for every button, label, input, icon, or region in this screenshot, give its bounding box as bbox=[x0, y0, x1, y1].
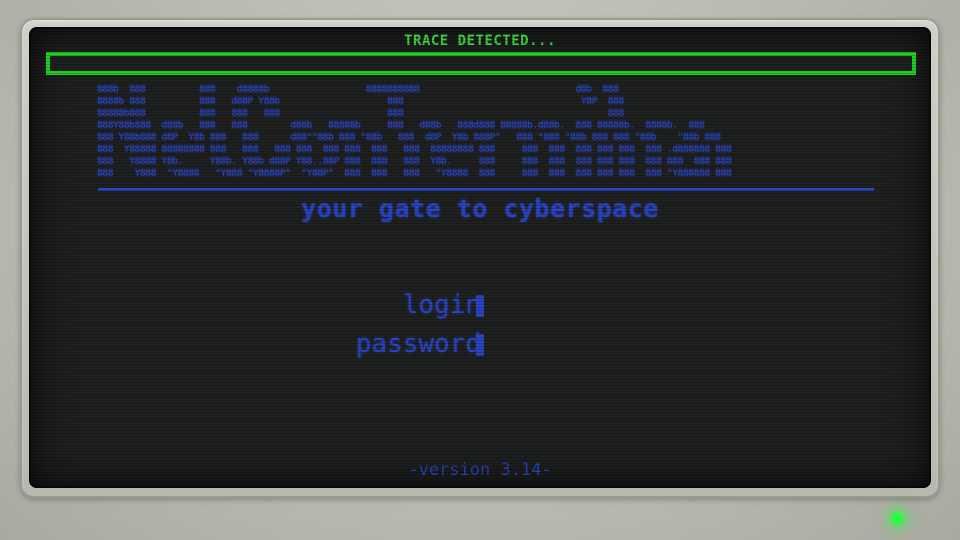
password-row[interactable]: password bbox=[29, 329, 931, 363]
password-label: password bbox=[355, 329, 481, 359]
trace-progress-bar bbox=[46, 52, 916, 75]
password-cursor[interactable] bbox=[476, 334, 484, 356]
tagline: your gate to cyberspace bbox=[301, 194, 659, 223]
login-label: login bbox=[402, 290, 481, 320]
ascii-art-banner: 888b 888 888 d8888b 8888888888 d8b 888 8… bbox=[97, 84, 732, 179]
login-cursor[interactable] bbox=[476, 295, 484, 317]
power-led-icon bbox=[892, 513, 903, 524]
login-row[interactable]: login bbox=[29, 290, 931, 324]
version-text: -version 3.14- bbox=[408, 460, 552, 480]
banner-divider bbox=[98, 188, 874, 191]
crt-screen: TRACE DETECTED... 888b 888 888 d8888b 88… bbox=[29, 27, 931, 488]
trace-status-text: TRACE DETECTED... bbox=[404, 33, 556, 49]
